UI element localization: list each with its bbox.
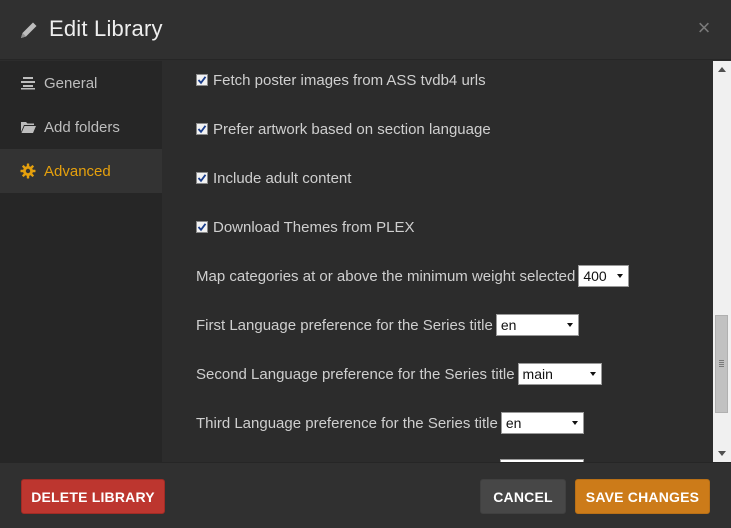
gear-icon <box>20 163 36 179</box>
prefer-artwork-checkbox[interactable] <box>196 123 208 135</box>
dialog-header: Edit Library × <box>0 0 731 60</box>
select-label: First Language preference for the Series… <box>196 316 493 334</box>
select-value: 400 <box>583 268 607 284</box>
scroll-down-icon[interactable] <box>718 451 726 456</box>
chevron-down-icon <box>571 421 578 425</box>
folder-icon <box>21 122 36 133</box>
fetch-poster-checkbox[interactable] <box>196 74 208 86</box>
setting-adult-content: Include adult content <box>196 166 351 190</box>
cancel-button[interactable]: CANCEL <box>480 479 566 514</box>
delete-library-button[interactable]: DELETE LIBRARY <box>21 479 165 514</box>
setting-prefer-artwork: Prefer artwork based on section language <box>196 117 491 141</box>
min-weight-select[interactable]: 400 <box>578 265 630 287</box>
chevron-down-icon <box>566 323 573 327</box>
setting-second-language: Second Language preference for the Serie… <box>196 362 602 386</box>
dialog-footer: DELETE LIBRARY CANCEL SAVE CHANGES <box>0 462 731 528</box>
checkbox-label: Prefer artwork based on section language <box>213 120 491 138</box>
settings-scrollbar[interactable] <box>713 61 731 462</box>
pencil-icon <box>21 22 37 38</box>
sidebar-item-add-folders[interactable]: Add folders <box>0 105 162 149</box>
sidebar-item-general[interactable]: General <box>0 61 162 105</box>
close-icon[interactable]: × <box>694 16 714 40</box>
select-label: Third Language preference for the Series… <box>196 414 498 432</box>
setting-third-language: Third Language preference for the Series… <box>196 411 584 435</box>
select-label: Second Language preference for the Serie… <box>196 365 515 383</box>
edit-library-dialog: Edit Library × General Add folders Advan… <box>0 0 731 528</box>
second-language-select[interactable]: main <box>517 363 602 385</box>
save-changes-button[interactable]: SAVE CHANGES <box>575 479 710 514</box>
sidebar-item-advanced[interactable]: Advanced <box>0 149 162 193</box>
sidebar-item-label: Advanced <box>44 163 111 180</box>
select-value: main <box>522 366 553 382</box>
setting-download-themes: Download Themes from PLEX <box>196 215 414 239</box>
sidebar: General Add folders Advanced <box>0 61 162 462</box>
checkbox-label: Download Themes from PLEX <box>213 218 415 236</box>
first-language-select[interactable]: en <box>495 314 579 336</box>
checkbox-label: Include adult content <box>213 169 352 187</box>
adult-content-checkbox[interactable] <box>196 172 208 184</box>
select-value: en <box>505 415 522 431</box>
setting-first-language: First Language preference for the Series… <box>196 313 579 337</box>
general-lines-icon <box>21 77 35 90</box>
chevron-down-icon <box>617 274 624 278</box>
setting-map-categories: Map categories at or above the minimum w… <box>196 264 630 288</box>
settings-panel: Fetch poster images from ASS tvdb4 urls … <box>162 61 713 462</box>
grip-icon <box>719 360 724 368</box>
sidebar-item-label: Add folders <box>44 119 120 136</box>
select-label: Map categories at or above the minimum w… <box>196 267 576 285</box>
select-value: en <box>500 317 517 333</box>
setting-fetch-poster: Fetch poster images from ASS tvdb4 urls <box>196 68 486 92</box>
checkbox-label: Fetch poster images from ASS tvdb4 urls <box>213 71 486 89</box>
sidebar-item-label: General <box>44 75 98 92</box>
chevron-down-icon <box>589 372 596 376</box>
scroll-up-icon[interactable] <box>718 67 726 72</box>
third-language-select[interactable]: en <box>500 412 584 434</box>
scrollbar-thumb[interactable] <box>715 315 728 413</box>
dialog-title: Edit Library <box>49 16 163 41</box>
download-themes-checkbox[interactable] <box>196 221 208 233</box>
